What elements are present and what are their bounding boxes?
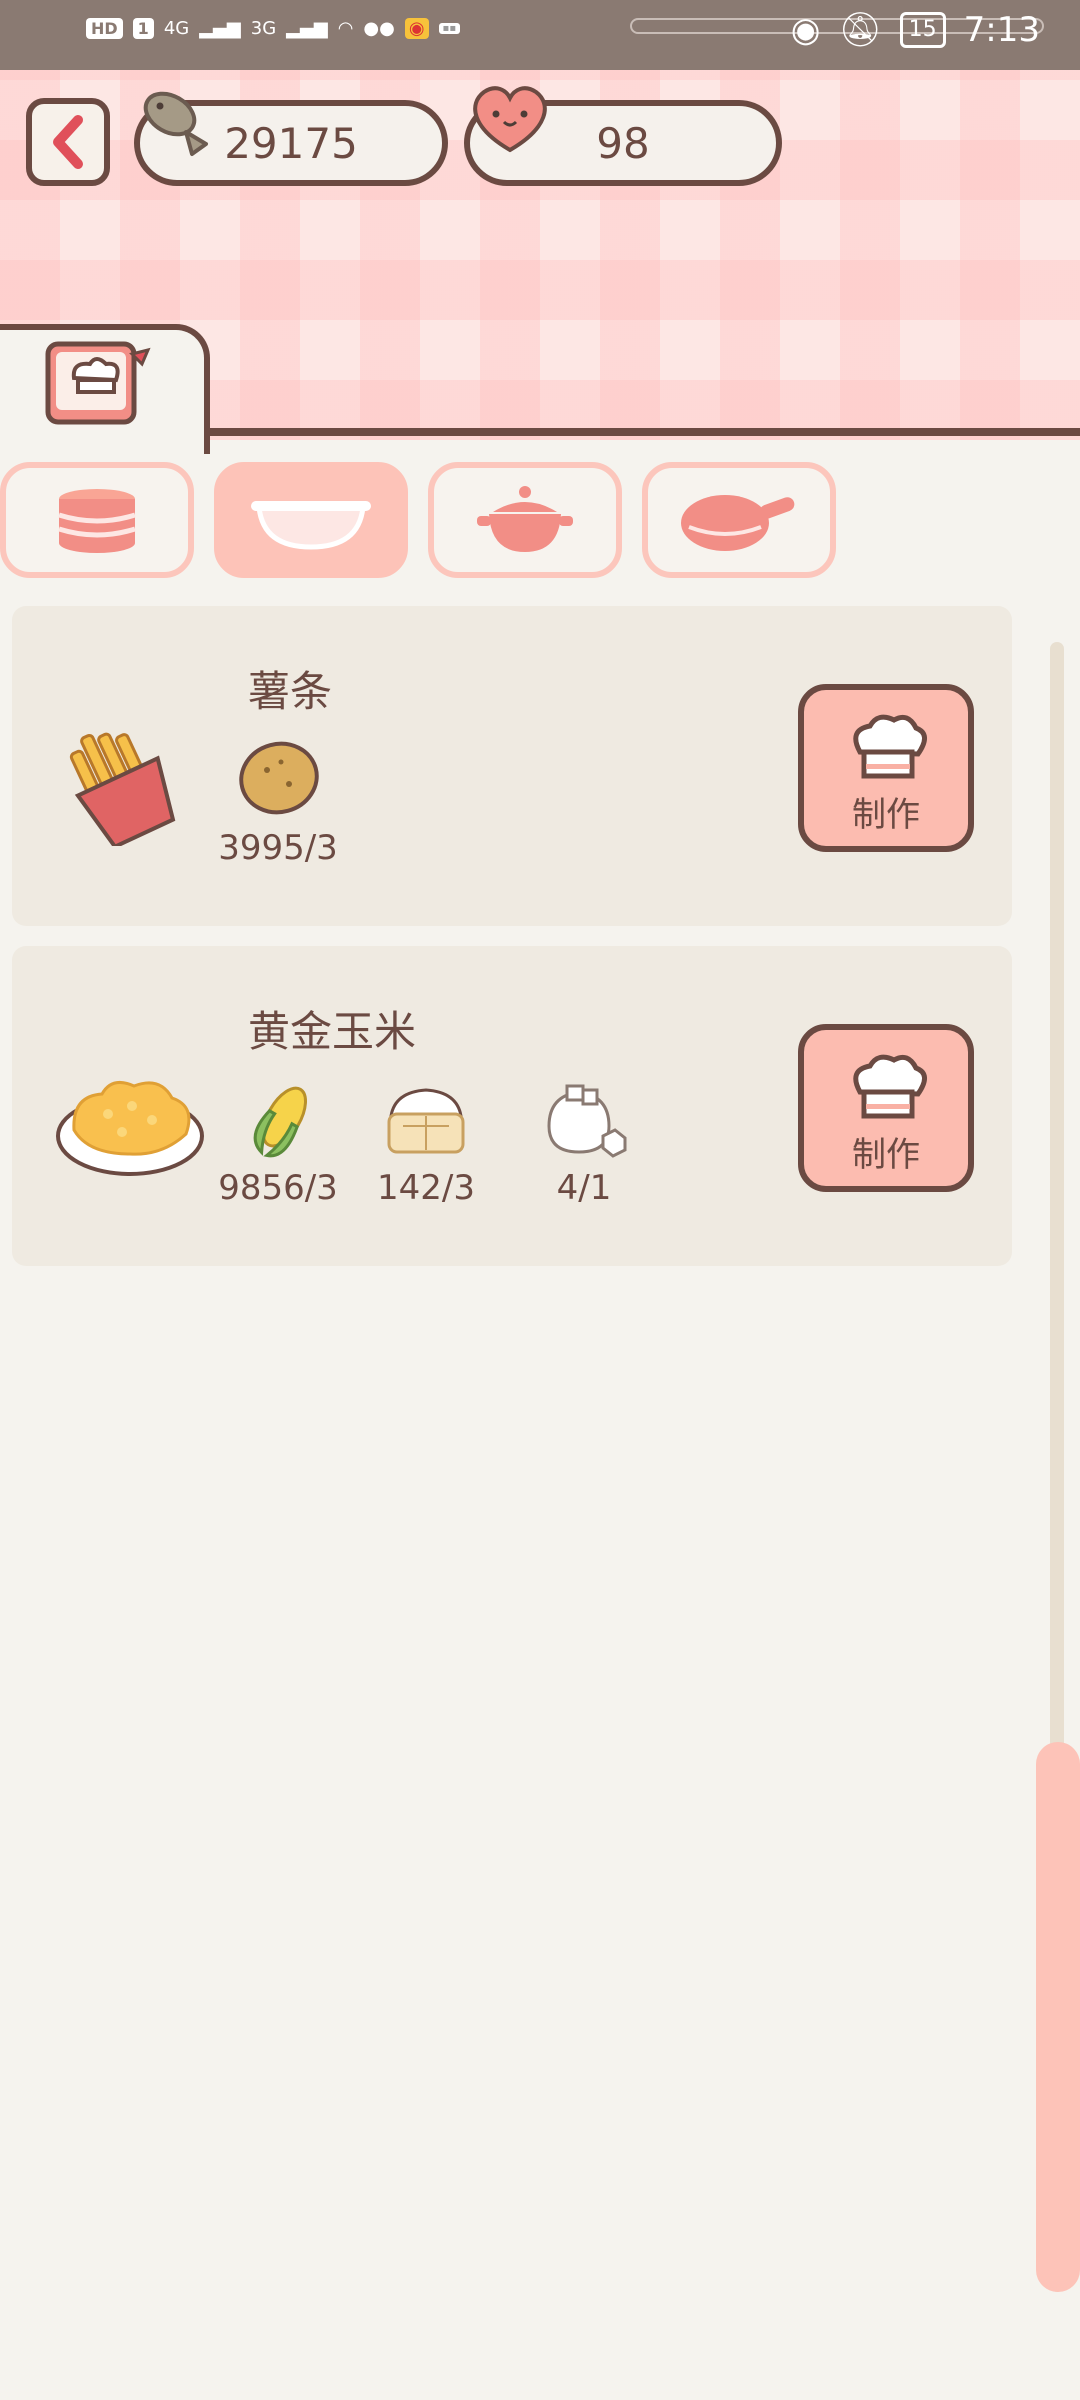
golden-corn-dish-icon [56, 1080, 204, 1176]
recipe-card: 薯条 3995/3 制作 [12, 606, 1012, 926]
status-bar: HD 1 4G ▂▄▆ 3G ▂▄▆ ◠ ●● ◉ ▪▪ ◉ 🔕︎ 15 7:1… [0, 0, 1080, 70]
heart-icon [473, 86, 547, 153]
make-button[interactable]: 制作 [798, 684, 974, 852]
scrollbar-thumb[interactable] [1036, 1742, 1080, 2292]
wifi-icon: ◠ [337, 18, 354, 39]
status-right: ◉ 🔕︎ 15 7:13 [791, 10, 1040, 50]
back-button[interactable] [26, 98, 110, 186]
signal-4g-label: 4G [163, 18, 190, 39]
recipe-name: 薯条 [248, 667, 333, 716]
tab-underline [206, 428, 1080, 436]
signal-icon: ▂▄▆ [199, 18, 241, 39]
potato-icon [239, 741, 319, 815]
sugar-icon [547, 1084, 627, 1158]
sim-chip: 1 [132, 18, 154, 39]
recipe-name: 黄金玉米 [248, 1007, 417, 1056]
category-tab-drum[interactable] [0, 462, 194, 578]
make-label: 制作 [852, 795, 920, 835]
ingredient-count: 142/3 [377, 1168, 475, 1208]
signal-icon-2: ▂▄▆ [286, 18, 328, 39]
make-label: 制作 [852, 1135, 920, 1175]
flour-icon [387, 1088, 465, 1154]
mute-bell-icon: 🔕︎ [838, 10, 882, 50]
battery-indicator: 15 [899, 12, 946, 48]
ingredient-count: 3995/3 [218, 828, 338, 868]
eye-icon: ◉ [790, 10, 821, 50]
ingredient: 3995/3 [208, 736, 348, 868]
heart-count: 98 [596, 118, 650, 168]
ingredient: 4/1 [514, 1076, 654, 1208]
chef-hat-icon [853, 714, 927, 779]
pot-icon [477, 486, 573, 552]
hd-chip: HD [86, 18, 123, 39]
category-tab-pan[interactable] [642, 462, 836, 578]
category-tab-pot[interactable] [428, 462, 622, 578]
clock: 7:13 [963, 10, 1040, 50]
recipe-card: 黄金玉米 9856/3 142/3 4/1 制作 [12, 946, 1012, 1266]
french-fries-icon [69, 732, 176, 846]
recipe-book-icon [45, 341, 151, 425]
chevron-left-icon [53, 115, 83, 169]
wechat-icon: ●● [363, 18, 395, 39]
weibo-icon: ◉ [404, 18, 429, 39]
fish-icon [143, 91, 208, 156]
chef-hat-icon [853, 1054, 927, 1119]
fish-count: 29175 [224, 118, 358, 168]
ingredient: 9856/3 [208, 1076, 348, 1208]
bowl-icon [251, 501, 371, 550]
drum-icon [58, 489, 136, 553]
pan-icon [681, 495, 795, 551]
ingredient: 142/3 [356, 1076, 496, 1208]
make-button[interactable]: 制作 [798, 1024, 974, 1192]
signal-3g-label: 3G [250, 18, 277, 39]
hms-icon: ▪▪ [438, 23, 461, 34]
status-left: HD 1 4G ▂▄▆ 3G ▂▄▆ ◠ ●● ◉ ▪▪ [86, 18, 461, 39]
ingredient-count: 9856/3 [218, 1168, 338, 1208]
category-tab-bowl[interactable] [214, 462, 408, 578]
ingredient-count: 4/1 [556, 1168, 612, 1208]
corn-icon [253, 1086, 307, 1158]
